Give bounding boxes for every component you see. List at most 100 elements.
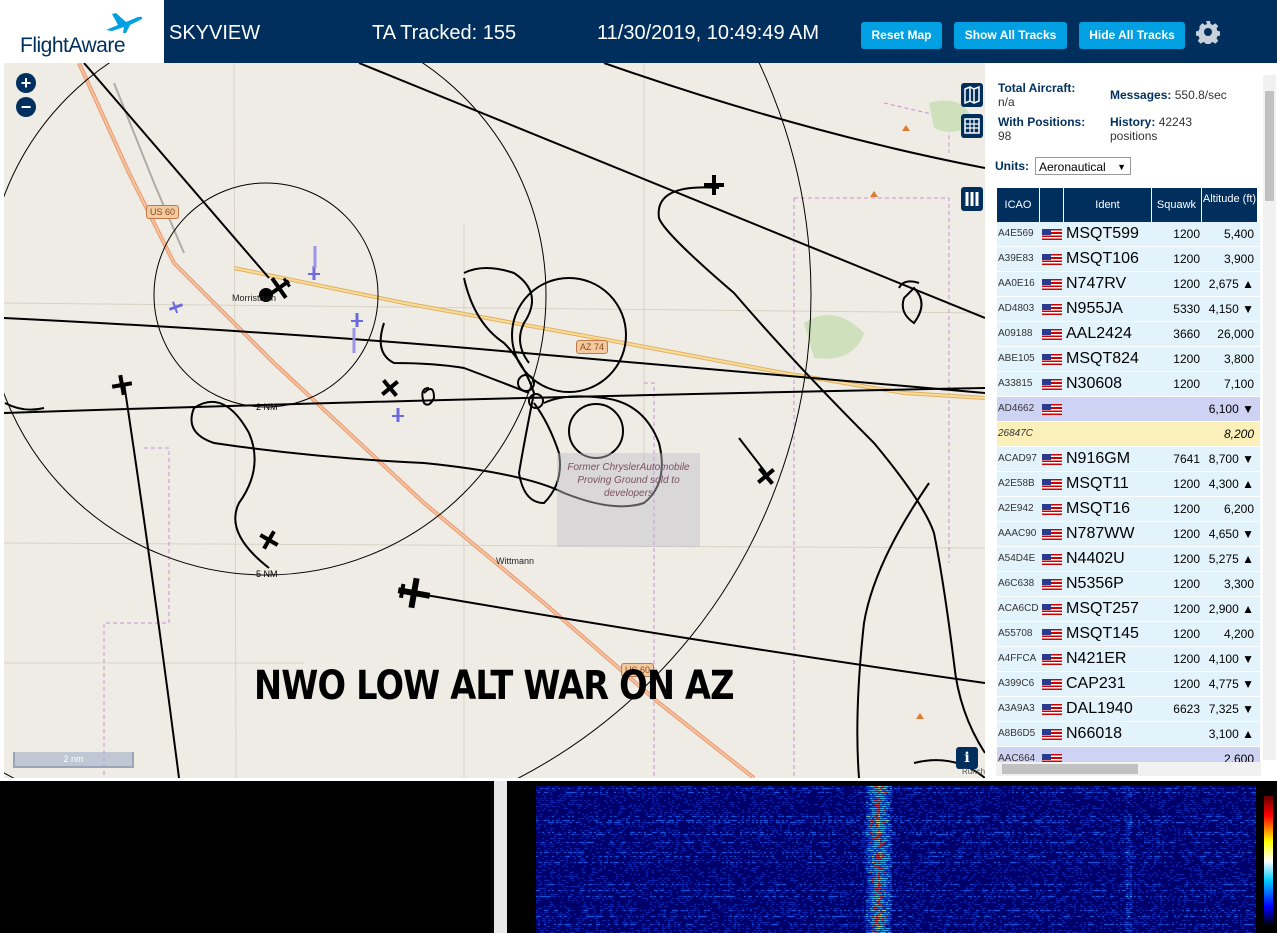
table-row[interactable]: AAAC90 N787WW 1200 4,650 ▼ <box>997 522 1260 547</box>
col-flag[interactable] <box>1040 188 1064 222</box>
table-row[interactable]: A8B6D5 N66018 3,100 ▲ <box>997 722 1260 747</box>
hide-all-tracks-button[interactable]: Hide All Tracks <box>1079 22 1185 49</box>
altitude-cell: 7,325 ▼ <box>1208 702 1254 716</box>
columns-icon[interactable] <box>961 187 983 211</box>
table-row[interactable]: 26847C 8,200 <box>997 422 1260 447</box>
messages-label: Messages: <box>1110 88 1172 102</box>
ring-label-2nm: 2 NM <box>256 402 278 412</box>
squawk-cell <box>1152 422 1200 446</box>
history-label: History: <box>1110 115 1156 129</box>
table-row[interactable]: ABE105 MSQT824 1200 3,800 <box>997 347 1260 372</box>
squawk-cell: 1200 <box>1173 602 1200 616</box>
ident-cell: MSQT16 <box>1066 500 1131 517</box>
squawk-cell <box>1152 722 1200 746</box>
place-morristown: Morristown <box>232 293 277 303</box>
zoom-out-button[interactable]: − <box>16 97 36 117</box>
altitude-cell: 8,700 ▼ <box>1208 452 1254 466</box>
waterfall-spectrogram <box>536 786 1256 933</box>
col-squawk[interactable]: Squawk <box>1152 188 1202 222</box>
map-view[interactable]: + − Morristown Wittmann 2 NM 5 NM US 60 … <box>4 63 985 778</box>
colorbar <box>1264 796 1273 926</box>
table-row[interactable]: A6C638 N5356P 1200 3,300 <box>997 572 1260 597</box>
map-icon[interactable] <box>961 83 983 107</box>
altitude-cell: 6,200 <box>1223 502 1254 516</box>
ring-label-5nm: 5 NM <box>256 569 278 579</box>
col-ident[interactable]: Ident <box>1064 188 1152 222</box>
altitude-cell: 8,200 <box>1223 427 1254 441</box>
altitude-cell: 4,300 ▲ <box>1208 477 1254 491</box>
table-row[interactable]: A33815 N30608 1200 7,100 <box>997 372 1260 397</box>
total-aircraft-label: Total Aircraft: <box>998 81 1076 95</box>
with-positions-stat: With Positions: 98 <box>998 115 1085 143</box>
squawk-cell: 1200 <box>1173 502 1200 516</box>
table-row[interactable]: A3A9A3 DAL1940 6623 7,325 ▼ <box>997 697 1260 722</box>
icao-cell: A39E83 <box>998 253 1034 264</box>
table-row[interactable]: A2E942 MSQT16 1200 6,200 <box>997 497 1260 522</box>
table-row[interactable]: A55708 MSQT145 1200 4,200 <box>997 622 1260 647</box>
ident-cell: MSQT106 <box>1066 250 1139 267</box>
table-row[interactable]: AD4662 6,100 ▼ <box>997 397 1260 422</box>
table-row[interactable]: A4E569 MSQT599 1200 5,400 <box>997 222 1260 247</box>
squawk-cell: 1200 <box>1173 227 1200 241</box>
table-row[interactable]: A4FFCA N421ER 1200 4,100 ▼ <box>997 647 1260 672</box>
altitude-cell: 4,200 <box>1223 627 1254 641</box>
sidebar-vertical-scrollbar[interactable] <box>1263 75 1276 760</box>
us-flag-icon <box>1042 554 1062 565</box>
us-flag-icon <box>1042 579 1062 590</box>
table-row[interactable]: AA0E16 N747RV 1200 2,675 ▲ <box>997 272 1260 297</box>
icao-cell: AD4662 <box>998 403 1035 414</box>
app-header: FlightAware SKYVIEW TA Tracked: 155 11/3… <box>0 0 1277 63</box>
squawk-cell <box>1152 397 1200 421</box>
scrollbar-thumb[interactable] <box>1265 91 1274 201</box>
tracked-count: TA Tracked: 155 <box>372 22 517 44</box>
table-row[interactable]: A39E83 MSQT106 1200 3,900 <box>997 247 1260 272</box>
table-row[interactable]: ACAD97 N916GM 7641 8,700 ▼ <box>997 447 1260 472</box>
scrollbar-thumb-h[interactable] <box>1002 764 1138 774</box>
icao-cell: A09188 <box>998 328 1033 339</box>
ident-cell: N916GM <box>1066 450 1131 467</box>
us-flag-icon <box>1042 354 1062 365</box>
history-stat: History: 42243 positions <box>1110 115 1220 143</box>
flightaware-logo[interactable]: FlightAware <box>0 0 164 63</box>
icao-cell: AD4803 <box>998 303 1035 314</box>
sidebar-horizontal-scrollbar[interactable] <box>996 762 1261 776</box>
altitude-cell: 3,900 <box>1223 252 1254 266</box>
date-time: 11/30/2019, 10:49:49 AM <box>597 22 820 44</box>
us-flag-icon <box>1042 454 1062 465</box>
table-row[interactable]: A54D4E N4402U 1200 5,275 ▲ <box>997 547 1260 572</box>
info-button[interactable]: i <box>956 747 978 769</box>
icao-cell: A4FFCA <box>998 653 1037 664</box>
table-row[interactable]: A2E58B MSQT11 1200 4,300 ▲ <box>997 472 1260 497</box>
altitude-cell: 2,900 ▲ <box>1208 602 1254 616</box>
show-all-tracks-button[interactable]: Show All Tracks <box>954 22 1067 49</box>
table-row[interactable]: A399C6 CAP231 1200 4,775 ▼ <box>997 672 1260 697</box>
altitude-cell: 26,000 <box>1217 327 1254 341</box>
icao-cell: ACAD97 <box>998 453 1037 464</box>
table-row[interactable]: A09188 AAL2424 3660 26,000 <box>997 322 1260 347</box>
table-row[interactable]: ACA6CD MSQT257 1200 2,900 ▲ <box>997 597 1260 622</box>
altitude-cell: 5,400 <box>1223 227 1254 241</box>
app-title: SKYVIEW <box>169 22 261 44</box>
gear-icon[interactable] <box>1196 20 1220 44</box>
col-altitude[interactable]: Altitude (ft) <box>1202 188 1258 222</box>
zoom-in-button[interactable]: + <box>16 73 36 93</box>
us-flag-icon <box>1042 654 1062 665</box>
plane-logo-icon <box>106 13 143 33</box>
icao-cell: A6C638 <box>998 578 1035 589</box>
grid-icon[interactable] <box>961 114 983 138</box>
units-select[interactable]: Aeronautical ▼ <box>1035 157 1131 175</box>
us-flag-icon <box>1042 479 1062 490</box>
squawk-cell: 1200 <box>1173 577 1200 591</box>
ident-cell: N66018 <box>1066 725 1123 742</box>
icao-cell: ABE105 <box>998 353 1035 364</box>
panel-divider[interactable] <box>494 781 507 933</box>
reset-map-button[interactable]: Reset Map <box>861 22 942 49</box>
scale-bar: 2 nm <box>13 752 134 768</box>
us-flag-icon <box>1042 629 1062 640</box>
messages-stat: Messages: 550.8/sec <box>1110 88 1227 102</box>
col-icao[interactable]: ICAO <box>997 188 1040 222</box>
squawk-cell: 1200 <box>1173 677 1200 691</box>
table-row[interactable]: AD4803 N955JA 5330 4,150 ▼ <box>997 297 1260 322</box>
ident-cell: N421ER <box>1066 650 1127 667</box>
altitude-cell: 3,300 <box>1223 577 1254 591</box>
